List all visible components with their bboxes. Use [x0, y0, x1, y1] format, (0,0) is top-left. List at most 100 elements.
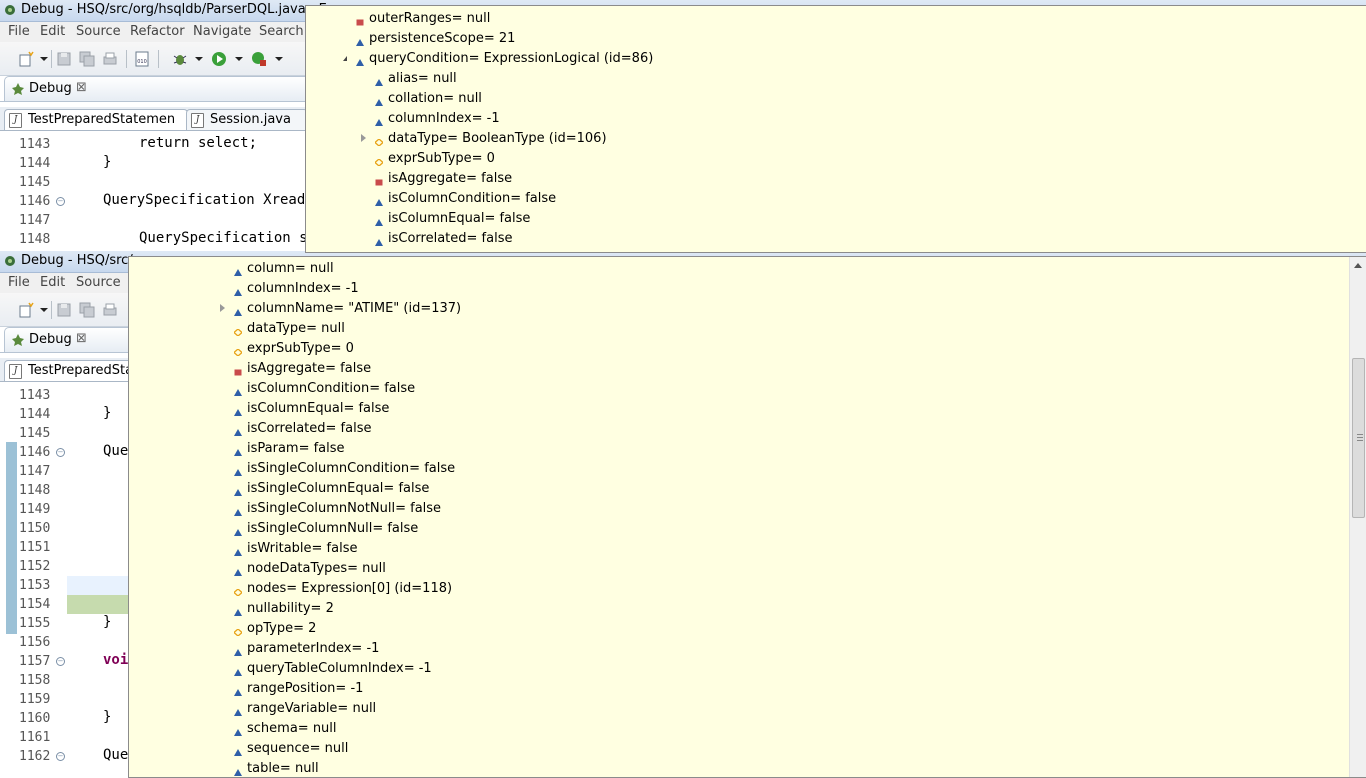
menu-refactor[interactable]: Refactor — [130, 24, 185, 39]
variable-label: isAggregate= false — [388, 171, 513, 186]
variable-label: isSingleColumnNull= false — [247, 521, 419, 536]
blue-triangle-icon — [234, 505, 242, 516]
scrollbar-thumb[interactable] — [1352, 358, 1365, 518]
fold-toggle-icon[interactable]: − — [56, 752, 65, 761]
new-wizard-icon[interactable] — [18, 302, 34, 318]
close-icon[interactable]: ⊠ — [76, 80, 87, 95]
line-number: 1161 — [19, 730, 51, 745]
run-icon[interactable] — [211, 51, 227, 67]
collapse-arrow-icon[interactable] — [343, 56, 347, 61]
variable-label: isCorrelated= false — [388, 231, 513, 246]
line-number: 1155 — [19, 616, 51, 631]
variable-label: exprSubType= 0 — [388, 151, 495, 166]
blue-triangle-icon — [234, 685, 242, 696]
line-number: 1148 — [19, 232, 51, 247]
print-icon[interactable] — [102, 51, 118, 67]
blue-triangle-icon — [234, 485, 242, 496]
orange-diamond-icon — [374, 135, 384, 147]
variable-label: collation= null — [388, 91, 482, 106]
variable-label: schema= null — [247, 721, 337, 736]
red-square-icon — [375, 175, 383, 186]
fold-toggle-icon[interactable]: − — [56, 657, 65, 666]
line-number: 1143 — [19, 137, 51, 152]
variable-label: isColumnCondition= false — [247, 381, 416, 396]
fold-toggle-icon[interactable]: − — [56, 197, 65, 206]
line-number: 1147 — [19, 464, 51, 479]
variable-label: queryCondition= ExpressionLogical (id=86… — [369, 51, 654, 66]
chevron-down-icon[interactable] — [235, 57, 243, 61]
line-number: 1159 — [19, 692, 51, 707]
variable-label: dataType= BooleanType (id=106) — [388, 131, 607, 146]
code-line: Que — [103, 747, 129, 763]
external-tools-icon[interactable] — [251, 51, 267, 67]
debug-view-icon — [12, 334, 24, 346]
line-number: 1149 — [19, 502, 51, 517]
chevron-down-icon[interactable] — [275, 57, 283, 61]
print-icon[interactable] — [102, 302, 118, 318]
chevron-down-icon[interactable] — [195, 57, 203, 61]
blue-triangle-icon — [375, 235, 383, 246]
popup-scrollbar[interactable] — [1349, 257, 1366, 777]
debug-perspective-icon — [5, 256, 15, 266]
java-file-icon: J — [9, 113, 22, 128]
blue-triangle-icon — [375, 215, 383, 226]
variable-label: sequence= null — [247, 741, 349, 756]
variable-inspector-popup-main[interactable]: column= null columnIndex= -1 columnName= "… — [128, 256, 1366, 778]
menu-source[interactable]: Source — [76, 24, 121, 39]
tab-label: Session.java — [210, 112, 291, 127]
debug-bug-icon[interactable] — [172, 51, 188, 67]
expand-arrow-icon[interactable] — [220, 304, 225, 312]
save-icon[interactable] — [56, 51, 72, 67]
variable-label: isColumnEqual= false — [247, 401, 390, 416]
chevron-down-icon[interactable] — [40, 308, 48, 312]
debug-view-tab[interactable]: Debug ⊠ — [4, 76, 336, 102]
line-number: 1148 — [19, 483, 51, 498]
code-line: } — [103, 154, 112, 170]
tab-session-java[interactable]: J Session.java — [186, 109, 308, 130]
debug-perspective-icon — [5, 5, 15, 15]
new-wizard-icon[interactable] — [18, 51, 34, 67]
menu-edit[interactable]: Edit — [40, 275, 65, 290]
menu-edit[interactable]: Edit — [40, 24, 65, 39]
variable-label: outerRanges= null — [369, 11, 491, 26]
red-square-icon — [234, 365, 242, 376]
menu-file[interactable]: File — [8, 24, 30, 39]
scroll-up-arrow[interactable] — [1354, 263, 1362, 268]
variable-label: rangeVariable= null — [247, 701, 377, 716]
variable-label: opType= 2 — [247, 621, 317, 636]
changed-lines-marker — [6, 442, 17, 634]
menu-source[interactable]: Source — [76, 275, 121, 290]
menu-navigate[interactable]: Navigate — [193, 24, 251, 39]
save-icon[interactable] — [56, 302, 72, 318]
variable-label: isColumnEqual= false — [388, 211, 531, 226]
blue-triangle-icon — [375, 195, 383, 206]
menu-search[interactable]: Search — [259, 24, 304, 39]
variable-label: nodeDataTypes= null — [247, 561, 386, 576]
variable-label: isSingleColumnNotNull= false — [247, 501, 442, 516]
window-title: Debug - HSQ/src/org/hsqldb/ParserDQL.jav… — [21, 2, 335, 17]
blue-triangle-icon — [375, 95, 383, 106]
save-all-icon[interactable] — [79, 302, 95, 318]
blue-triangle-icon — [234, 665, 242, 676]
line-number: 1151 — [19, 540, 51, 555]
fold-toggle-icon[interactable]: − — [56, 448, 65, 457]
line-number: 1144 — [19, 156, 51, 171]
debug-view-icon — [12, 83, 24, 95]
orange-diamond-icon — [233, 325, 243, 337]
blue-triangle-icon — [234, 265, 242, 276]
line-number: 1157 — [19, 654, 51, 669]
line-number: 1146 — [19, 445, 51, 460]
code-line: voi — [103, 652, 129, 668]
close-icon[interactable]: ⊠ — [76, 331, 87, 346]
expand-arrow-icon[interactable] — [361, 134, 366, 142]
debug-view-label: Debug — [29, 81, 72, 96]
chevron-down-icon[interactable] — [40, 57, 48, 61]
blue-triangle-icon — [234, 525, 242, 536]
binary-view-icon[interactable]: 010 — [134, 51, 150, 67]
orange-diamond-icon — [233, 585, 243, 597]
menu-file[interactable]: File — [8, 275, 30, 290]
variable-inspector-popup-top[interactable]: outerRanges= null persistenceScope= 21 que… — [305, 5, 1366, 253]
save-all-icon[interactable] — [79, 51, 95, 67]
tab-testpreparedstatement[interactable]: J TestPreparedStatemen — [4, 109, 188, 130]
line-number: 1152 — [19, 559, 51, 574]
